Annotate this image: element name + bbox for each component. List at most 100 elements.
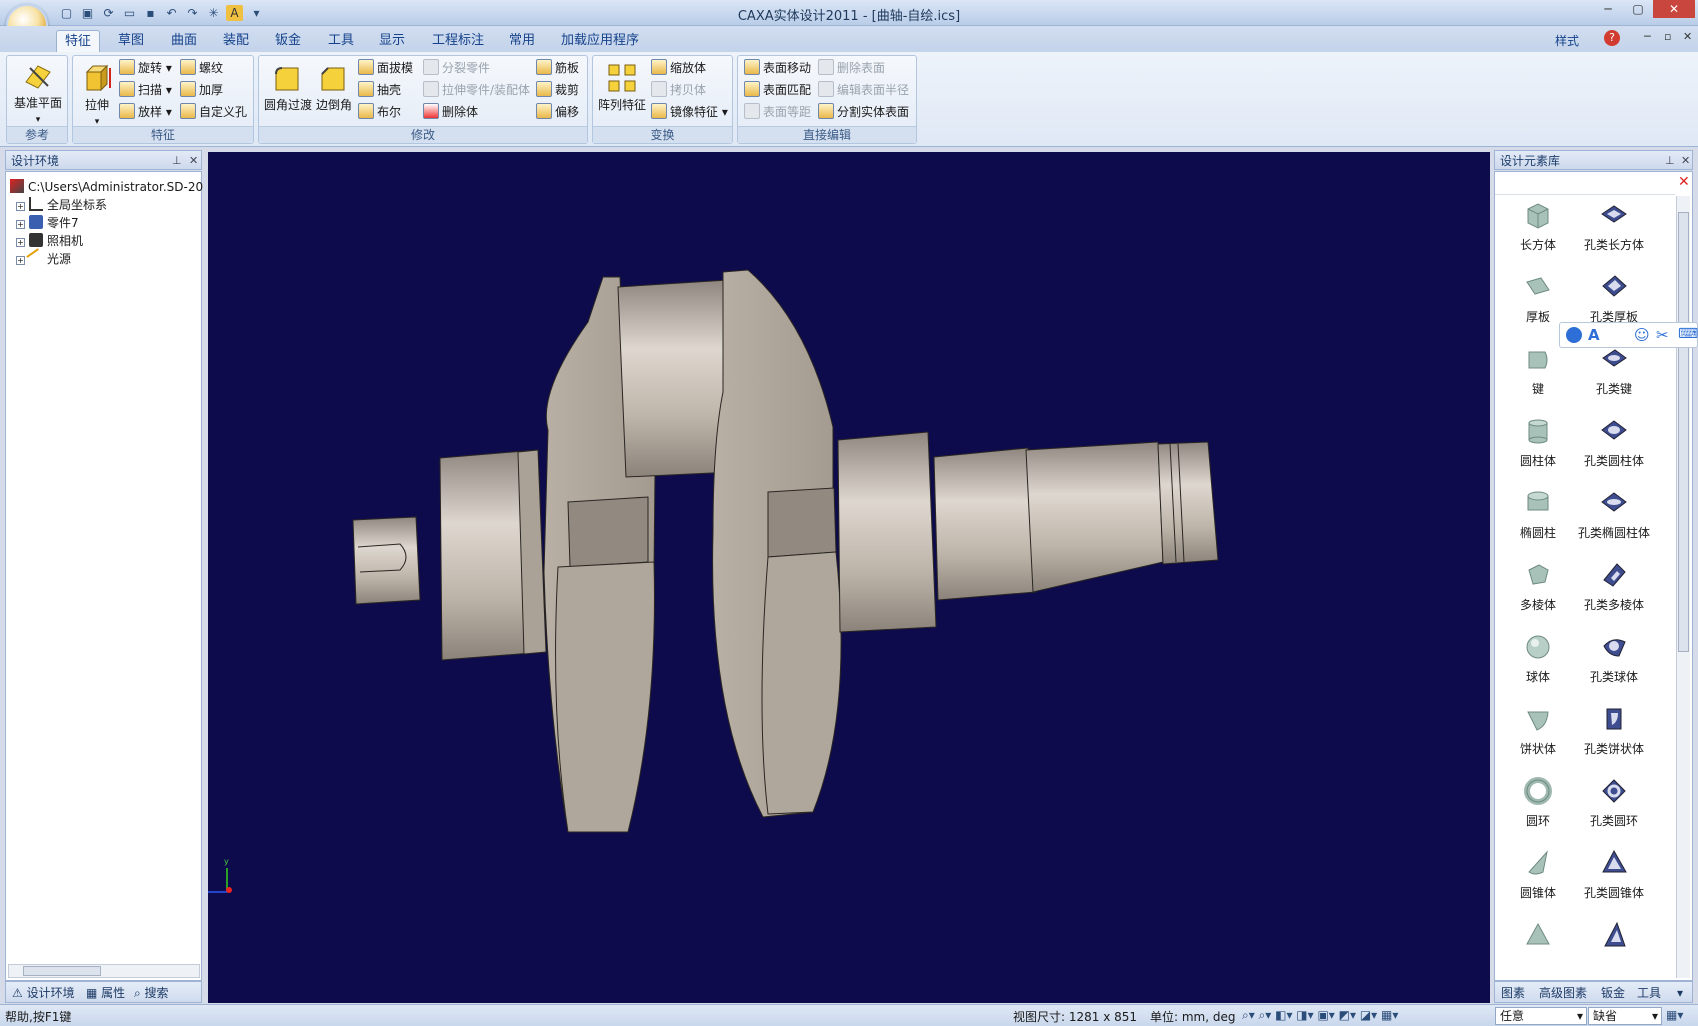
pull-part-button[interactable]: 拉伸零件/装配体 — [423, 80, 530, 100]
split-solid-button[interactable]: 分割实体表面 — [818, 102, 909, 122]
element-hole-pyramid[interactable] — [1577, 920, 1651, 956]
copy-body-button[interactable]: 拷贝体 — [651, 80, 706, 100]
delete-face-button[interactable]: 删除表面 — [818, 58, 885, 78]
tab-assembly[interactable]: 装配 — [215, 30, 257, 52]
element-block[interactable]: 长方体 — [1501, 200, 1575, 253]
extrude-button[interactable]: 拉伸 ▾ — [77, 62, 117, 127]
element-sphere[interactable]: 球体 — [1501, 632, 1575, 685]
split-part-button[interactable]: 分裂零件 — [423, 58, 490, 78]
match-face-button[interactable]: 表面匹配 — [744, 80, 811, 100]
style-menu[interactable]: 样式 — [1555, 32, 1579, 49]
open-folder-icon[interactable]: ▭ — [121, 5, 138, 21]
tab-annotation[interactable]: 工程标注 — [424, 30, 492, 52]
tab-addins[interactable]: 加载应用程序 — [553, 30, 647, 52]
chamfer-button[interactable]: 边倒角 — [314, 62, 354, 113]
element-cylinder[interactable]: 圆柱体 — [1501, 416, 1575, 469]
element-key[interactable]: 键 — [1501, 344, 1575, 397]
loft-button[interactable]: 放样 ▾ — [119, 102, 172, 122]
tab-design-env[interactable]: ⚠ 设计环境 — [12, 984, 75, 1002]
boolean-button[interactable]: 布尔 — [358, 102, 401, 122]
element-hole-plate[interactable]: 孔类厚板 — [1577, 272, 1651, 325]
3d-viewport[interactable]: y — [208, 152, 1490, 1003]
maximize-button[interactable]: ▢ — [1623, 0, 1653, 18]
ime-font-icon[interactable]: A — [1588, 326, 1600, 344]
ime-logo-icon[interactable] — [1566, 327, 1582, 343]
horizontal-scrollbar[interactable] — [8, 964, 200, 978]
pattern-button[interactable]: 阵列特征 — [595, 62, 649, 113]
thread-button[interactable]: 螺纹 — [180, 58, 223, 78]
save-icon[interactable]: ▪ — [142, 5, 159, 21]
quick-access-dropdown-icon[interactable]: ▾ — [248, 5, 265, 21]
shell-button[interactable]: 抽壳 — [358, 80, 401, 100]
scroll-thumb[interactable] — [23, 966, 101, 976]
offset-button[interactable]: 偏移 — [536, 102, 579, 122]
refresh-icon[interactable]: ⟳ — [100, 5, 117, 21]
tree-item-light[interactable]: + 光源 — [16, 248, 71, 268]
tab-sheetmetal[interactable]: 钣金 — [267, 30, 309, 52]
pin-icon[interactable]: ⊥ — [1665, 151, 1675, 171]
element-pyramid[interactable] — [1501, 920, 1575, 956]
element-hole-torus[interactable]: 孔类圆环 — [1577, 776, 1651, 829]
scale-button[interactable]: 缩放体 — [651, 58, 706, 78]
tab-display[interactable]: 显示 — [371, 30, 413, 52]
delete-body-button[interactable]: 删除体 — [423, 102, 478, 122]
close-button[interactable]: ✕ — [1653, 0, 1695, 18]
tab-elements[interactable]: 图素 — [1501, 984, 1525, 1002]
element-hole-pie[interactable]: 孔类饼状体 — [1577, 704, 1651, 757]
tabs-overflow-icon[interactable]: ▾ — [1677, 984, 1683, 1002]
light-icon[interactable]: ✳ — [205, 5, 222, 21]
tab-common[interactable]: 常用 — [501, 30, 543, 52]
edit-radius-button[interactable]: 编辑表面半径 — [818, 80, 909, 100]
ime-toolbar[interactable]: A ☺ ✂ ⌨ — [1559, 322, 1698, 348]
new-file-icon[interactable]: ▢ — [58, 5, 75, 21]
crankshaft-model[interactable]: y — [208, 152, 1490, 1003]
tree-root[interactable]: C:\Users\Administrator.SD-20 — [10, 178, 203, 196]
help-icon[interactable]: ? — [1604, 30, 1620, 46]
tab-feature[interactable]: 特征 — [56, 30, 101, 52]
revolve-button[interactable]: 旋转 ▾ — [119, 58, 172, 78]
element-hole-block[interactable]: 孔类长方体 — [1577, 200, 1651, 253]
select-mode-dropdown[interactable]: 任意 ▾ — [1495, 1007, 1587, 1025]
ime-keyboard-icon[interactable]: ⌨ — [1678, 326, 1698, 342]
vertical-scrollbar[interactable] — [1676, 196, 1690, 978]
ribbon-restore-icon[interactable]: ▫ — [1664, 30, 1671, 43]
sweep-button[interactable]: 扫描 ▾ — [119, 80, 172, 100]
import-icon[interactable]: ▣ — [79, 5, 96, 21]
draft-button[interactable]: 面拔模 — [358, 58, 413, 78]
minimize-button[interactable]: ─ — [1593, 0, 1623, 18]
tab-search[interactable]: ⌕ 搜索 — [134, 984, 169, 1002]
zoom-icon[interactable]: ⌕▾ ⌕▾ ◧▾ ◨▾ ▣▾ ◩▾ ◪▾ ▦▾ — [1242, 1008, 1398, 1023]
element-plate[interactable]: 厚板 — [1501, 272, 1575, 325]
custom-hole-button[interactable]: 自定义孔 — [180, 102, 247, 122]
tab-properties[interactable]: ▦ 属性 — [86, 984, 125, 1002]
tree-item-global-coords[interactable]: + 全局坐标系 — [16, 196, 107, 214]
ribbon-close-icon[interactable]: ✕ — [1683, 30, 1692, 43]
element-hole-key[interactable]: 孔类键 — [1577, 344, 1651, 397]
tab-tools[interactable]: 工具 — [320, 30, 362, 52]
ime-emoji-icon[interactable]: ☺ — [1634, 326, 1650, 344]
rib-button[interactable]: 筋板 — [536, 58, 579, 78]
fillet-button[interactable]: 圆角过渡 — [261, 62, 315, 113]
tab-surface[interactable]: 曲面 — [163, 30, 205, 52]
undo-icon[interactable]: ↶ — [163, 5, 180, 21]
redo-icon[interactable]: ↷ — [184, 5, 201, 21]
status-extra-icon[interactable]: ▦▾ — [1666, 1008, 1683, 1022]
element-hole-cylinder[interactable]: 孔类圆柱体 — [1577, 416, 1651, 469]
element-hole-polygon-prism[interactable]: 孔类多棱体 — [1577, 560, 1651, 613]
tab-sheetmetal-elements[interactable]: 钣金 — [1601, 984, 1625, 1002]
element-pie[interactable]: 饼状体 — [1501, 704, 1575, 757]
element-torus[interactable]: 圆环 — [1501, 776, 1575, 829]
tab-sketch[interactable]: 草图 — [110, 30, 152, 52]
default-dropdown[interactable]: 缺省 ▾ — [1588, 1007, 1662, 1025]
close-icon[interactable]: ✕ — [189, 151, 198, 171]
element-hole-sphere[interactable]: 孔类球体 — [1577, 632, 1651, 685]
mirror-button[interactable]: 镜像特征 ▾ — [651, 102, 728, 122]
tab-advanced-elements[interactable]: 高级图素 — [1539, 984, 1587, 1002]
text-icon[interactable]: A — [226, 5, 243, 21]
datum-plane-button[interactable]: 基准平面 ▾ — [11, 60, 65, 125]
close-icon[interactable]: ✕ — [1681, 151, 1690, 171]
ribbon-minimize-icon[interactable]: ─ — [1644, 30, 1651, 43]
element-hole-elliptic-cylinder[interactable]: 孔类椭圆柱体 — [1577, 488, 1651, 541]
element-hole-cone[interactable]: 孔类圆锥体 — [1577, 848, 1651, 901]
tab-tool-elements[interactable]: 工具 — [1637, 984, 1661, 1002]
